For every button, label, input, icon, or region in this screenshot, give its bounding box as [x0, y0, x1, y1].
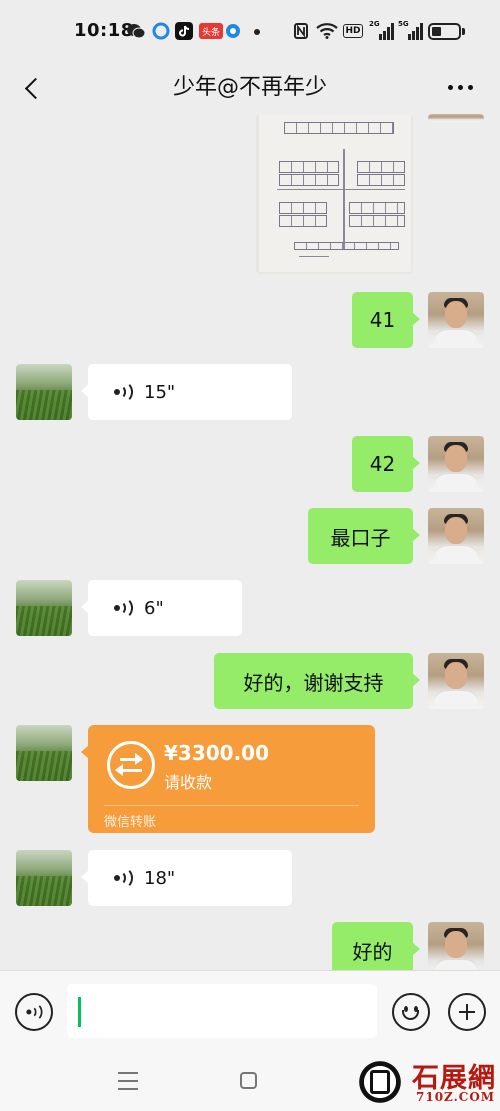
my-message-bubble[interactable]: 最口子 — [308, 508, 420, 564]
divider — [104, 805, 359, 806]
transfer-label: 微信转账 — [104, 815, 157, 830]
signal-5g-label: 5G — [398, 20, 409, 28]
notification-icon — [225, 21, 241, 41]
voice-wave-icon — [112, 381, 134, 403]
contact-avatar[interactable] — [16, 850, 72, 906]
voice-message-bubble[interactable]: 15" — [81, 364, 292, 420]
voice-input-button[interactable] — [15, 993, 53, 1031]
voice-duration: 6" — [144, 597, 164, 619]
contact-avatar[interactable] — [16, 725, 72, 781]
battery-tip — [462, 28, 465, 35]
my-message-bubble[interactable]: 好的 — [332, 922, 420, 970]
image-message[interactable] — [256, 114, 413, 274]
transfer-card[interactable]: ¥3300.00 请收款 微信转账 — [81, 725, 375, 833]
signal-5g-icon: 5G — [398, 20, 424, 41]
more-notifications-dot — [254, 29, 260, 35]
message-text: 42 — [369, 452, 396, 476]
chat-header: 少年@不再年少 — [0, 62, 500, 114]
my-avatar[interactable] — [428, 436, 484, 492]
transfer-amount: ¥3300.00 — [164, 741, 270, 765]
wechat-icon — [126, 21, 146, 41]
voice-message-bubble[interactable]: 18" — [81, 850, 292, 906]
hd-badge: HD — [343, 24, 363, 38]
transfer-status: 请收款 — [164, 773, 213, 792]
input-bar — [0, 970, 500, 1054]
my-avatar[interactable] — [428, 114, 484, 122]
contact-avatar[interactable] — [16, 580, 72, 636]
contact-avatar[interactable] — [16, 364, 72, 420]
my-message-bubble[interactable]: 好的，谢谢支持 — [214, 653, 420, 709]
my-avatar[interactable] — [428, 292, 484, 348]
chat-title: 少年@不再年少 — [172, 75, 327, 100]
voice-wave-icon — [25, 1002, 44, 1022]
voice-wave-icon — [112, 867, 134, 889]
more-functions-button[interactable] — [448, 993, 486, 1031]
message-text: 41 — [369, 308, 396, 332]
my-message-bubble[interactable]: 42 — [352, 436, 420, 492]
home-nav-button[interactable] — [240, 1072, 257, 1089]
message-text: 最口子 — [330, 525, 391, 550]
my-avatar[interactable] — [428, 653, 484, 709]
message-text: 好的 — [352, 939, 393, 964]
photo-of-paper — [259, 114, 411, 272]
status-bar: 10:18 头条 HD 2G 5G — [0, 0, 500, 62]
voice-wave-icon — [112, 597, 134, 619]
message-input[interactable] — [67, 984, 377, 1038]
status-time: 10:18 — [74, 20, 134, 41]
voice-message-bubble[interactable]: 6" — [81, 580, 242, 636]
my-avatar[interactable] — [428, 922, 484, 970]
menu-nav-button[interactable] — [118, 1072, 138, 1090]
message-text: 好的，谢谢支持 — [243, 670, 384, 695]
my-message-bubble[interactable]: 41 — [352, 292, 420, 348]
watermark-logo: 石展網 710Z.COM — [350, 1052, 500, 1111]
battery-icon — [428, 23, 461, 40]
watermark-domain: 710Z.COM — [416, 1090, 496, 1104]
voice-duration: 15" — [144, 381, 176, 403]
signal-2g-label: 2G — [369, 20, 380, 28]
emoji-button[interactable] — [392, 993, 430, 1031]
message-list[interactable]: 41 15" 42 最口子 6" 好的，谢谢支持 ¥3300.00 请收款 微信… — [0, 114, 500, 970]
text-caret — [78, 997, 81, 1027]
news-app-badge: 头条 — [199, 23, 223, 39]
nfc-icon — [294, 21, 308, 41]
signal-2g-icon: 2G — [369, 20, 395, 41]
seal-icon — [352, 1054, 408, 1110]
more-options-button[interactable] — [436, 72, 484, 102]
browser-icon — [152, 21, 170, 41]
transfer-arrows-icon — [107, 741, 155, 789]
voice-duration: 18" — [144, 867, 176, 889]
my-avatar[interactable] — [428, 508, 484, 564]
wifi-icon — [316, 21, 338, 41]
tiktok-icon — [174, 21, 194, 41]
